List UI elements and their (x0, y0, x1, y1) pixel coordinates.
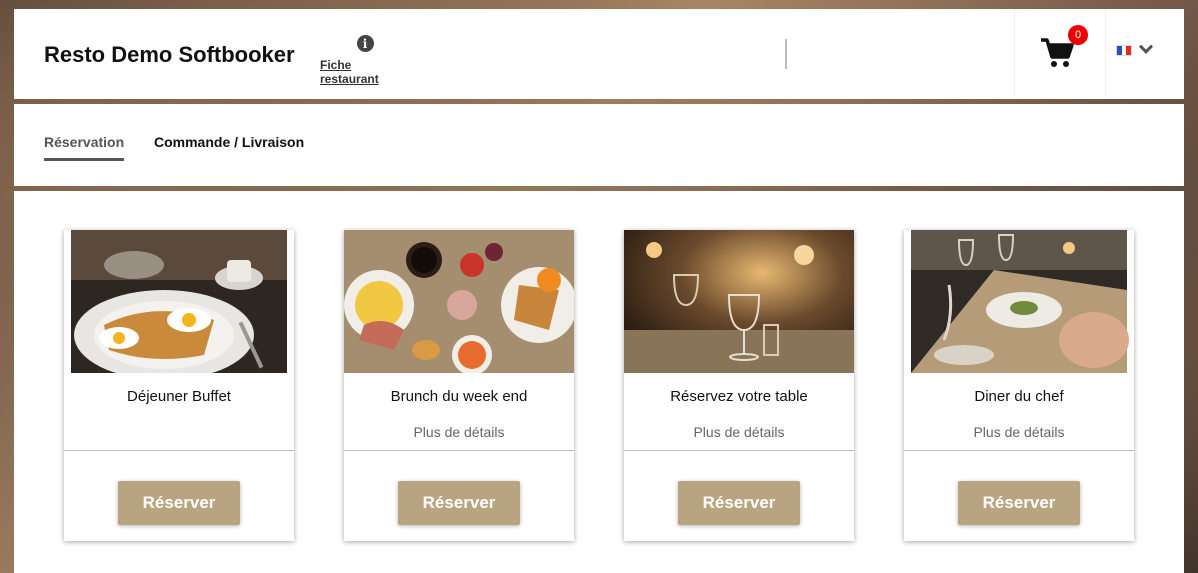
offer-card: Diner du chef Plus de détails Réserver (904, 230, 1134, 541)
brand-title: Resto Demo Softbooker (44, 42, 295, 67)
card-divider (904, 450, 1134, 451)
chevron-down-icon (1138, 39, 1154, 54)
cart-button[interactable] (1014, 9, 1106, 97)
offer-image (344, 230, 577, 375)
offer-card: Réservez votre table Plus de détails Rés… (624, 230, 854, 541)
offer-image (624, 230, 854, 373)
offer-title: Réservez votre table (670, 388, 808, 405)
language-selector[interactable] (1116, 39, 1154, 56)
offer-details-link[interactable]: Plus de détails (624, 424, 854, 440)
reserve-button[interactable]: Réserver (958, 481, 1080, 525)
tab-order-delivery[interactable]: Commande / Livraison (154, 134, 304, 158)
tab-reservation[interactable]: Réservation (44, 134, 125, 161)
reserve-button[interactable]: Réserver (398, 481, 520, 525)
offers-panel: Déjeuner Buffet Réserver Brunch du week … (14, 191, 1184, 573)
offer-details-link[interactable]: Plus de détails (904, 424, 1134, 440)
top-header: Resto Demo Softbooker i Fiche restaurant… (14, 9, 1184, 99)
offer-image (911, 230, 1129, 373)
cart-count-badge: 0 (1068, 25, 1088, 45)
offer-title: Diner du chef (974, 388, 1064, 405)
offer-title: Brunch du week end (390, 388, 528, 405)
french-flag-icon (1116, 45, 1132, 56)
reserve-button[interactable]: Réserver (678, 481, 800, 525)
card-divider (64, 450, 294, 451)
offer-details-link[interactable]: Plus de détails (344, 424, 574, 440)
reserve-button[interactable]: Réserver (118, 481, 240, 525)
header-divider (785, 39, 787, 69)
info-circle-icon: i (356, 35, 374, 52)
offer-card: Déjeuner Buffet Réserver (64, 230, 294, 541)
offer-title: Déjeuner Buffet (127, 388, 231, 405)
offer-card: Brunch du week end Plus de détails Réser… (344, 230, 577, 541)
restaurant-info-link[interactable]: i Fiche restaurant (320, 35, 410, 86)
restaurant-info-label: Fiche restaurant (320, 58, 379, 86)
card-divider (344, 450, 574, 451)
card-divider (624, 450, 854, 451)
offer-image (71, 230, 287, 380)
tabs-bar: Réservation Commande / Livraison (14, 104, 1184, 186)
shopping-cart-icon (1041, 38, 1074, 67)
